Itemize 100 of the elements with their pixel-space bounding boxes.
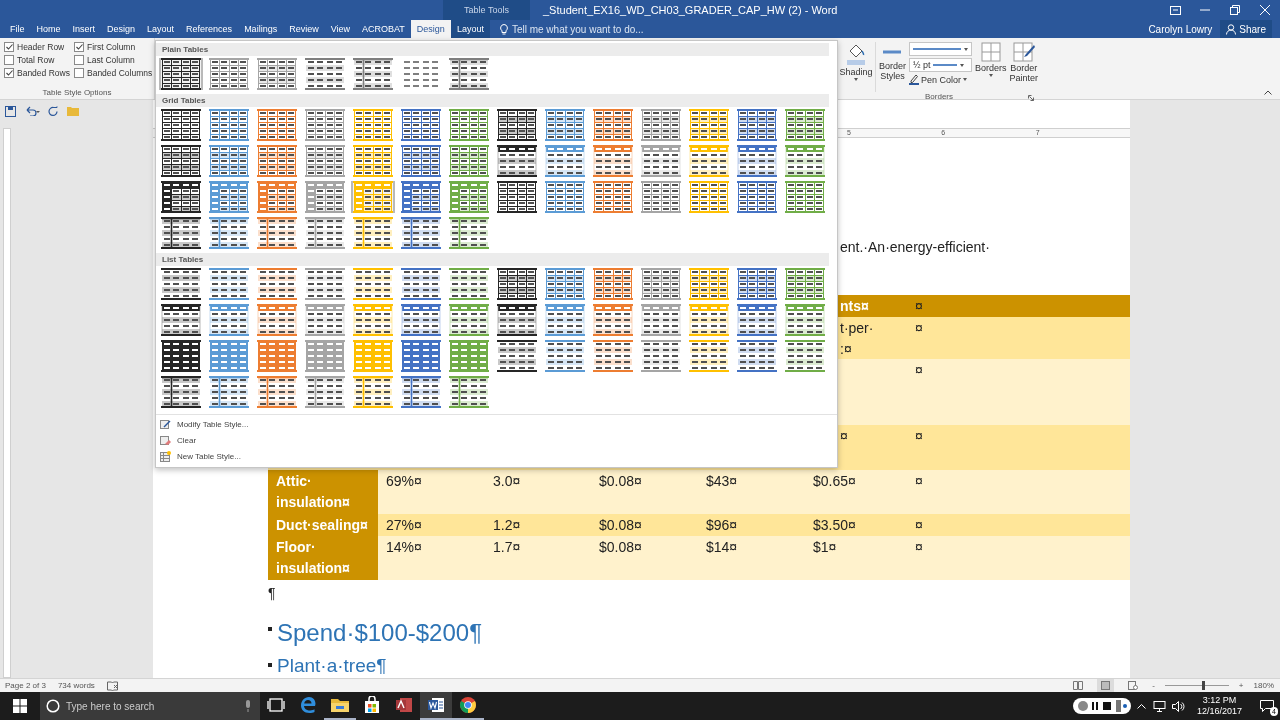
task-view-icon[interactable]	[267, 698, 285, 712]
ribbon-tab[interactable]: ACROBAT	[356, 20, 411, 38]
ribbon-tab[interactable]: Layout	[450, 20, 490, 38]
table-cell-text: 27%¤	[385, 516, 423, 535]
zoom-level[interactable]: 180%	[1253, 681, 1274, 690]
caret-icon[interactable]	[963, 78, 967, 81]
page-count[interactable]: Page 2 of 3	[5, 681, 46, 690]
line-style-dropdown[interactable]	[908, 42, 972, 56]
circle-icon[interactable]	[46, 699, 60, 713]
caret-icon[interactable]	[988, 74, 993, 77]
network-icon[interactable]	[1151, 700, 1166, 712]
option-checkbox[interactable]: First Column	[74, 42, 154, 52]
border-styles-button[interactable]: Border Styles	[878, 42, 906, 81]
collapse-ribbon-icon[interactable]	[1264, 90, 1272, 95]
table-cell-text: $14¤	[705, 538, 739, 557]
web-page-icon[interactable]	[1128, 681, 1139, 690]
zoom-in-button[interactable]: +	[1238, 681, 1244, 690]
folder-icon[interactable]	[330, 697, 350, 713]
redo-icon[interactable]	[48, 105, 59, 117]
option-checkbox[interactable]: Total Row	[4, 55, 74, 65]
share-button[interactable]: Share	[1220, 20, 1272, 38]
menu-item[interactable]: Modify Table Style...	[160, 417, 837, 432]
table-cell-text: 14%¤	[385, 538, 423, 557]
table-cell-text: 3.0¤	[492, 472, 522, 491]
page-icon[interactable]	[1101, 681, 1111, 690]
end-of-row-mark: ¤	[914, 516, 924, 535]
brush-grid-icon[interactable]	[1012, 42, 1035, 62]
table-cell-text: nts¤	[839, 297, 870, 316]
save-icon[interactable]	[5, 105, 16, 117]
shopping-bag-icon[interactable]	[363, 696, 381, 714]
print-layout-button[interactable]	[1097, 679, 1115, 692]
option-checkbox[interactable]: Last Column	[74, 55, 154, 65]
line-icon[interactable]	[912, 47, 961, 51]
ribbon-tab[interactable]: References	[180, 20, 239, 38]
caret-icon[interactable]	[963, 47, 968, 51]
person-icon[interactable]	[1226, 23, 1237, 35]
ribbon-display-icon[interactable]	[1169, 5, 1181, 15]
search-field[interactable]: Type here to search	[40, 692, 260, 720]
ribbon-tab[interactable]: Design	[101, 20, 142, 38]
ribbon-tab[interactable]: Home	[30, 20, 67, 38]
option-checkbox[interactable]: Banded Rows	[4, 68, 74, 78]
paragraph-text: ent.·An·energy-efficient·	[840, 238, 991, 256]
borders-button[interactable]: Borders	[974, 42, 1007, 77]
pen-icon[interactable]	[908, 74, 919, 85]
option-checkbox[interactable]: Header Row	[4, 42, 74, 52]
pen-weight-dropdown[interactable]: ½ pt	[908, 58, 972, 72]
check-icon[interactable]	[5, 44, 13, 50]
caret-icon[interactable]	[854, 78, 858, 81]
check-icon[interactable]	[75, 44, 83, 50]
bullet-icon	[268, 663, 272, 667]
clock-date[interactable]: 12/16/2017	[1196, 706, 1242, 717]
pause-stop-icon[interactable]	[1076, 700, 1127, 712]
microphone-icon[interactable]	[244, 700, 252, 712]
group-label: Table Style Options	[41, 88, 113, 99]
check-icon[interactable]	[5, 70, 13, 76]
browser-icon[interactable]	[459, 696, 477, 714]
word-count[interactable]: 734 words	[57, 681, 95, 690]
ribbon-tab[interactable]: Design	[410, 20, 451, 38]
new-table-icon[interactable]	[160, 451, 171, 462]
menu-item[interactable]: New Table Style...	[160, 449, 837, 464]
database-app-icon[interactable]	[395, 696, 413, 714]
shading-button[interactable]: Shading	[840, 42, 872, 81]
volume-icon[interactable]	[1171, 700, 1185, 712]
pen-color-button[interactable]: Pen Color	[908, 74, 972, 85]
book-icon[interactable]	[1073, 681, 1084, 690]
ribbon-tab[interactable]: Insert	[66, 20, 102, 38]
document-app-icon[interactable]	[427, 696, 445, 714]
message-icon[interactable]	[1260, 700, 1274, 712]
table-cell-text: $43¤	[705, 472, 739, 491]
book-check-icon[interactable]	[106, 680, 118, 691]
taskbar-app-button[interactable]	[420, 692, 452, 720]
ribbon-tab[interactable]: Mailings	[238, 20, 284, 38]
recording-controls[interactable]	[1072, 698, 1131, 714]
lightbulb-icon[interactable]	[499, 23, 508, 35]
undo-icon[interactable]	[24, 106, 40, 116]
caret-icon[interactable]	[960, 63, 965, 67]
eraser-table-icon[interactable]	[160, 435, 171, 446]
restore-icon[interactable]	[1230, 5, 1240, 15]
close-icon[interactable]	[1260, 5, 1270, 15]
ribbon-tab[interactable]: View	[324, 20, 356, 38]
zoom-out-button[interactable]: -	[1152, 681, 1155, 690]
menu-item[interactable]: Clear	[160, 433, 837, 448]
end-of-row-mark: ¤	[914, 427, 924, 446]
bullet-icon	[268, 627, 272, 631]
contextual-tab-label: Table Tools	[443, 0, 530, 20]
table-cell-text: 1.2¤	[492, 516, 522, 535]
pencil-table-icon[interactable]	[160, 419, 171, 430]
ribbon-tab[interactable]: Review	[283, 20, 325, 38]
heading-text: Plant·a·tree¶	[277, 655, 387, 677]
ribbon-tab[interactable]: File	[4, 20, 31, 38]
show-hidden-icons-icon[interactable]	[1136, 703, 1146, 709]
border-painter-button[interactable]: Border Painter	[1009, 42, 1038, 83]
line-icon[interactable]	[933, 63, 958, 67]
tell-me-field[interactable]: Tell me what you want to do...	[499, 20, 644, 38]
zoom-slider-thumb[interactable]	[1201, 681, 1205, 690]
clock-time[interactable]: 3:12 PM	[1202, 695, 1237, 706]
end-of-row-mark: ¤	[914, 538, 924, 557]
ribbon-tab[interactable]: Layout	[141, 20, 181, 38]
paint-bucket-icon[interactable]	[845, 42, 867, 66]
option-checkbox[interactable]: Banded Columns	[74, 68, 154, 78]
